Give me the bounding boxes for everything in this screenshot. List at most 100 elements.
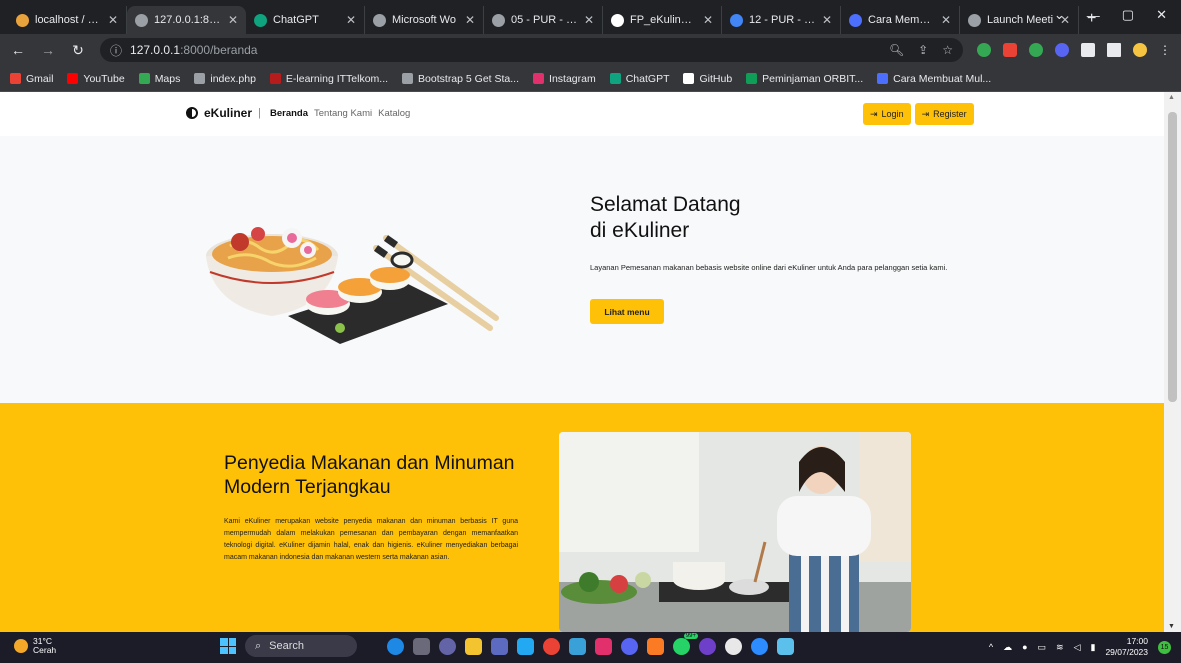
github-icon <box>611 13 624 27</box>
browser-tab[interactable]: ChatGPT ✕ <box>246 6 365 34</box>
bookmark-item[interactable]: GitHub <box>683 73 732 85</box>
globe-icon <box>135 13 148 27</box>
bookmark-item[interactable]: ChatGPT <box>609 72 670 85</box>
bookmark-item[interactable]: Cara Membuat Mul... <box>877 73 991 85</box>
instagram-taskbar-icon[interactable] <box>595 637 612 655</box>
chrome-icon[interactable] <box>543 637 560 655</box>
obs-icon[interactable] <box>725 637 742 655</box>
wifi-icon[interactable]: ≋ <box>1056 642 1064 653</box>
nav-link-beranda[interactable]: Beranda <box>270 108 308 119</box>
hero-title: Selamat Datang di eKuliner <box>590 192 741 244</box>
tab-title: FP_eKuliner/re <box>630 14 697 26</box>
site-info-icon[interactable]: ⓘ <box>110 42 122 59</box>
address-bar[interactable]: ⓘ 127.0.0.1:8000/beranda 🔍︎ ⇪ ☆ <box>100 38 963 62</box>
nav-link-katalog[interactable]: Katalog <box>378 108 410 119</box>
browser-tab[interactable]: 127.0.0.1:8000 ✕ <box>127 6 246 34</box>
profile-avatar[interactable] <box>1133 43 1147 57</box>
reload-icon[interactable]: ↻ <box>70 42 86 59</box>
xampp-icon[interactable] <box>647 637 664 655</box>
bookmark-star-icon[interactable]: ☆ <box>942 43 953 57</box>
close-tab-icon[interactable]: ✕ <box>346 13 356 27</box>
tray-overflow-icon[interactable]: ^ <box>989 642 993 652</box>
register-button[interactable]: ⇥ Register <box>914 103 974 125</box>
youtube-icon <box>67 73 79 84</box>
browser-tab[interactable]: Microsoft Wo ✕ <box>365 6 484 34</box>
close-tab-icon[interactable]: ✕ <box>941 13 951 27</box>
scroll-up-arrow-icon[interactable]: ▲ <box>1168 94 1175 101</box>
scroll-down-arrow-icon[interactable]: ▼ <box>1168 623 1175 630</box>
browser-tab[interactable]: localhost / 127 ✕ <box>8 6 127 34</box>
file-explorer-icon[interactable] <box>465 637 482 655</box>
extension-green-icon[interactable] <box>977 43 991 57</box>
hero-title-line2: di eKuliner <box>590 219 690 242</box>
forward-icon[interactable]: → <box>40 42 56 58</box>
bookmark-item[interactable]: index.php <box>194 73 256 85</box>
extension-discord-icon[interactable] <box>1055 43 1069 57</box>
page-scrollbar[interactable]: ▲ ▼ <box>1164 92 1181 632</box>
volume-icon[interactable]: ◁ <box>1074 642 1081 653</box>
taskbar-search[interactable]: ⌕ Search <box>245 635 357 657</box>
bookmark-item[interactable]: Gmail <box>10 73 53 85</box>
close-tab-icon[interactable]: ✕ <box>465 13 475 27</box>
browser-tab[interactable]: 12 - PUR - PF ✕ <box>722 6 841 34</box>
bookmark-label: ChatGPT <box>625 72 670 85</box>
photos-icon[interactable] <box>569 637 586 655</box>
side-panel-icon[interactable] <box>1107 43 1121 57</box>
browser-tab[interactable]: Cara Membua ✕ <box>841 6 960 34</box>
notification-count-badge[interactable]: 15 <box>1158 640 1171 654</box>
tab-title: localhost / 127 <box>35 14 102 26</box>
github-desktop-icon[interactable] <box>699 637 716 655</box>
extensions-puzzle-icon[interactable] <box>1081 43 1095 57</box>
bookmark-item[interactable]: Bootstrap 5 Get Sta... <box>402 73 519 85</box>
minimize-button[interactable]: — <box>1087 8 1100 23</box>
close-tab-icon[interactable]: ✕ <box>584 13 594 27</box>
discord-tray-icon[interactable]: ● <box>1022 642 1027 652</box>
browser-tab[interactable]: 05 - PUR - PF ✕ <box>484 6 603 34</box>
onedrive-icon[interactable]: ☁ <box>1003 642 1012 653</box>
battery-icon[interactable]: ▮ <box>1091 642 1096 653</box>
maximize-button[interactable]: ▢ <box>1122 7 1134 23</box>
browser-tab[interactable]: FP_eKuliner/re ✕ <box>603 6 722 34</box>
bookmark-label: Cara Membuat Mul... <box>893 72 992 85</box>
zoom-icon[interactable]: 🔍︎ <box>889 43 904 57</box>
login-button[interactable]: ⇥ Login <box>863 103 911 125</box>
close-tab-icon[interactable]: ✕ <box>703 13 713 27</box>
app-icon-store[interactable] <box>491 637 508 655</box>
close-tab-icon[interactable]: ✕ <box>108 13 118 27</box>
notepad-icon[interactable] <box>777 637 794 655</box>
discord-taskbar-icon[interactable] <box>621 637 638 655</box>
teams-icon[interactable] <box>439 637 456 655</box>
taskbar-clock[interactable]: 17:00 29/07/2023 <box>1105 636 1148 658</box>
brand-link[interactable]: eKuliner <box>186 106 252 120</box>
bookmark-item[interactable]: Instagram <box>533 73 596 85</box>
taskbar-apps: ⌕ Search 99+ <box>220 632 794 657</box>
app-icon-1[interactable] <box>387 637 404 655</box>
extension-red-icon[interactable] <box>1003 43 1017 57</box>
bookmark-item[interactable]: YouTube <box>67 73 125 85</box>
close-window-button[interactable]: ✕ <box>1156 7 1167 23</box>
zoom-icon[interactable] <box>751 637 768 655</box>
bookmark-item[interactable]: Maps <box>138 73 180 85</box>
tab-title: ChatGPT <box>273 14 319 26</box>
task-view-icon[interactable] <box>413 637 430 655</box>
close-tab-icon[interactable]: ✕ <box>822 13 832 27</box>
keyboard-icon[interactable]: ▭ <box>1038 642 1047 653</box>
menu-kebab-icon[interactable]: ⋮ <box>1159 43 1171 57</box>
vscode-icon[interactable] <box>517 637 534 655</box>
view-menu-button[interactable]: Lihat menu <box>590 299 664 324</box>
close-tab-icon[interactable]: ✕ <box>228 13 238 27</box>
tab-title: Cara Membua <box>868 14 935 26</box>
nav-link-tentang-kami[interactable]: Tentang Kami <box>314 108 372 119</box>
bookmark-item[interactable]: Peminjaman ORBIT... <box>746 73 863 85</box>
scrollbar-thumb[interactable] <box>1168 112 1177 402</box>
weather-widget[interactable]: 31°C Cerah <box>14 637 56 655</box>
windows-start-icon[interactable] <box>220 638 236 654</box>
whatsapp-icon[interactable]: 99+ <box>673 632 698 655</box>
share-icon[interactable]: ⇪ <box>918 43 928 57</box>
tab-title: 12 - PUR - PF <box>749 14 816 26</box>
auth-buttons: ⇥ Login ⇥ Register <box>863 103 974 125</box>
back-icon[interactable]: ← <box>10 42 26 58</box>
extension-colorful-icon[interactable] <box>1029 43 1043 57</box>
tab-search-icon[interactable]: ⌄ <box>1054 7 1065 23</box>
bookmark-item[interactable]: E-learning ITTelkom... <box>269 73 388 85</box>
